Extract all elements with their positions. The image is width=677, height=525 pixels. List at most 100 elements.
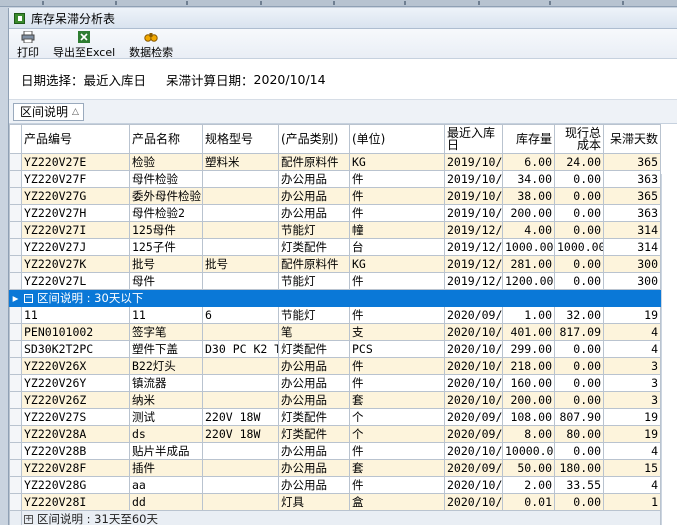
table-row[interactable]: YZ220V27K批号批号配件原料件KG2019/12/1281.000.003… [9, 255, 661, 273]
grid-cell[interactable] [202, 357, 279, 375]
row-selector[interactable] [9, 306, 22, 324]
table-row[interactable]: YZ220V27I125母件 节能灯幢2019/12/04.000.00314 [9, 221, 661, 239]
grid-cell[interactable]: 盒 [349, 493, 445, 511]
grid-cell[interactable] [202, 323, 279, 341]
grid-cell[interactable]: 2020/10/1 [444, 374, 503, 392]
grid-cell[interactable]: 批号 [129, 255, 203, 273]
table-row[interactable]: YZ220V28Idd 灯具盒2020/10/10.010.001 [9, 493, 661, 511]
grid-cell[interactable]: 220V 18W [202, 425, 279, 443]
grid-cell[interactable]: 4 [603, 323, 661, 341]
grid-cell[interactable]: D30 PC K2 T2 [202, 340, 279, 358]
grid-cell[interactable]: 300 [603, 272, 661, 290]
grid-cell[interactable]: 2019/10/1 [444, 153, 503, 171]
grid-cell[interactable]: 办公用品 [278, 459, 350, 477]
grid-cell[interactable]: 母件检验2 [129, 204, 203, 222]
grid-cell[interactable]: 2020/10/1 [444, 357, 503, 375]
grid-cell[interactable]: 180.00 [554, 459, 604, 477]
grid-cell[interactable]: 363 [603, 204, 661, 222]
grid-cell[interactable]: 24.00 [554, 153, 604, 171]
grid-cell[interactable]: 测试 [129, 408, 203, 426]
grid-cell[interactable]: dd [129, 493, 203, 511]
grid-cell[interactable]: 办公用品 [278, 204, 350, 222]
grid-cell[interactable]: 委外母件检验 [129, 187, 203, 205]
grid-cell[interactable] [202, 187, 279, 205]
grid-cell[interactable]: 2019/12/1 [444, 272, 503, 290]
table-row[interactable]: YZ220V27J125子件灯类配件台2019/12/01000.001000.… [9, 238, 661, 256]
grid-cell[interactable]: PEN0101002 [21, 323, 130, 341]
col-header[interactable]: 库存量 [502, 124, 555, 154]
grid-cell[interactable]: B22灯头 [129, 357, 203, 375]
table-row[interactable]: YZ220V28Ads220V 18W灯类配件个2020/09/28.0080.… [9, 425, 661, 443]
grid-cell[interactable] [202, 238, 279, 256]
grid-cell[interactable]: 0.00 [554, 221, 604, 239]
grid-cell[interactable]: 1200.00 [502, 272, 555, 290]
row-selector[interactable] [9, 408, 22, 426]
grid-cell[interactable]: 218.00 [502, 357, 555, 375]
grid-cell[interactable]: 2019/10/1 [444, 187, 503, 205]
table-row[interactable]: YZ220V27G委外母件检验 办公用品件2019/10/138.000.0036… [9, 187, 661, 205]
grid-cell[interactable]: 50.00 [502, 459, 555, 477]
grid-cell[interactable]: 125母件 [129, 221, 203, 239]
grid-cell[interactable]: 6 [202, 306, 279, 324]
calc-date-value[interactable]: 2020/10/14 [254, 72, 326, 87]
collapse-icon[interactable]: − [24, 294, 33, 303]
grid-cell[interactable]: 件 [349, 442, 445, 460]
grid-cell[interactable] [202, 204, 279, 222]
grid-cell[interactable]: 2020/09/2 [444, 425, 503, 443]
grid-cell[interactable]: 4.00 [502, 221, 555, 239]
row-selector[interactable] [9, 459, 22, 477]
grid-cell[interactable]: 300 [603, 255, 661, 273]
grid-cell[interactable]: 件 [349, 170, 445, 188]
grid-cell[interactable]: 个 [349, 408, 445, 426]
grid-cell[interactable]: 807.90 [554, 408, 604, 426]
grid-cell[interactable]: YZ220V27F [21, 170, 130, 188]
row-selector[interactable] [9, 238, 22, 256]
grid-cell[interactable]: 80.00 [554, 425, 604, 443]
grid-cell[interactable]: 0.00 [554, 442, 604, 460]
grid-cell[interactable] [202, 170, 279, 188]
grid-cell[interactable] [202, 391, 279, 409]
grid-cell[interactable]: 817.09 [554, 323, 604, 341]
grid-cell[interactable]: 塑件下盖 [129, 340, 203, 358]
grid-cell[interactable] [202, 221, 279, 239]
row-selector[interactable] [9, 425, 22, 443]
col-header[interactable]: 现行总成本 [554, 124, 604, 154]
grid-cell[interactable]: YZ220V27H [21, 204, 130, 222]
grid-cell[interactable] [202, 459, 279, 477]
grid-cell[interactable]: 件 [349, 357, 445, 375]
grid-cell[interactable]: 纳米 [129, 391, 203, 409]
grid-cell[interactable]: 1000.00 [554, 238, 604, 256]
col-header[interactable]: 产品名称 [129, 124, 203, 154]
grid-cell[interactable]: 363 [603, 170, 661, 188]
grid-cell[interactable]: YZ220V27G [21, 187, 130, 205]
grid-cell[interactable]: 办公用品 [278, 357, 350, 375]
grid-cell[interactable]: 125子件 [129, 238, 203, 256]
table-row[interactable]: YZ220V28Gaa 办公用品件2020/10/12.0033.554 [9, 476, 661, 494]
grid-cell[interactable]: 个 [349, 425, 445, 443]
grid-cell[interactable]: YZ220V27S [21, 408, 130, 426]
data-search-button[interactable]: 数据检索 [129, 29, 173, 60]
row-selector[interactable] [9, 357, 22, 375]
grid-cell[interactable]: 3 [603, 391, 661, 409]
grid-cell[interactable]: 281.00 [502, 255, 555, 273]
vertical-scrollbar[interactable] [661, 174, 677, 525]
grid-cell[interactable]: 配件原料件 [278, 255, 350, 273]
table-row[interactable]: PEN0101002签字笔 笔支2020/10/1401.00817.094 [9, 323, 661, 341]
grid-cell[interactable]: 母件 [129, 272, 203, 290]
grid-cell[interactable]: KG [349, 153, 445, 171]
grid-cell[interactable]: 灯具 [278, 493, 350, 511]
row-selector[interactable] [9, 391, 22, 409]
grid-cell[interactable]: 办公用品 [278, 476, 350, 494]
grid-cell[interactable]: 1000.00 [502, 238, 555, 256]
grid-cell[interactable]: 2.00 [502, 476, 555, 494]
table-row[interactable]: YZ220V27S测试220V 18W灯类配件个2020/09/2108.008… [9, 408, 661, 426]
row-selector[interactable] [9, 476, 22, 494]
grid-cell[interactable]: 365 [603, 187, 661, 205]
grid-cell[interactable]: 办公用品 [278, 170, 350, 188]
grid-cell[interactable]: YZ220V26X [21, 357, 130, 375]
grid-cell[interactable]: 2020/09/2 [444, 306, 503, 324]
grid-cell[interactable] [202, 476, 279, 494]
grid-cell[interactable]: 4 [603, 476, 661, 494]
table-row[interactable]: YZ220V27F母件检验 办公用品件2019/10/134.000.00363 [9, 170, 661, 188]
grid-cell[interactable]: 插件 [129, 459, 203, 477]
